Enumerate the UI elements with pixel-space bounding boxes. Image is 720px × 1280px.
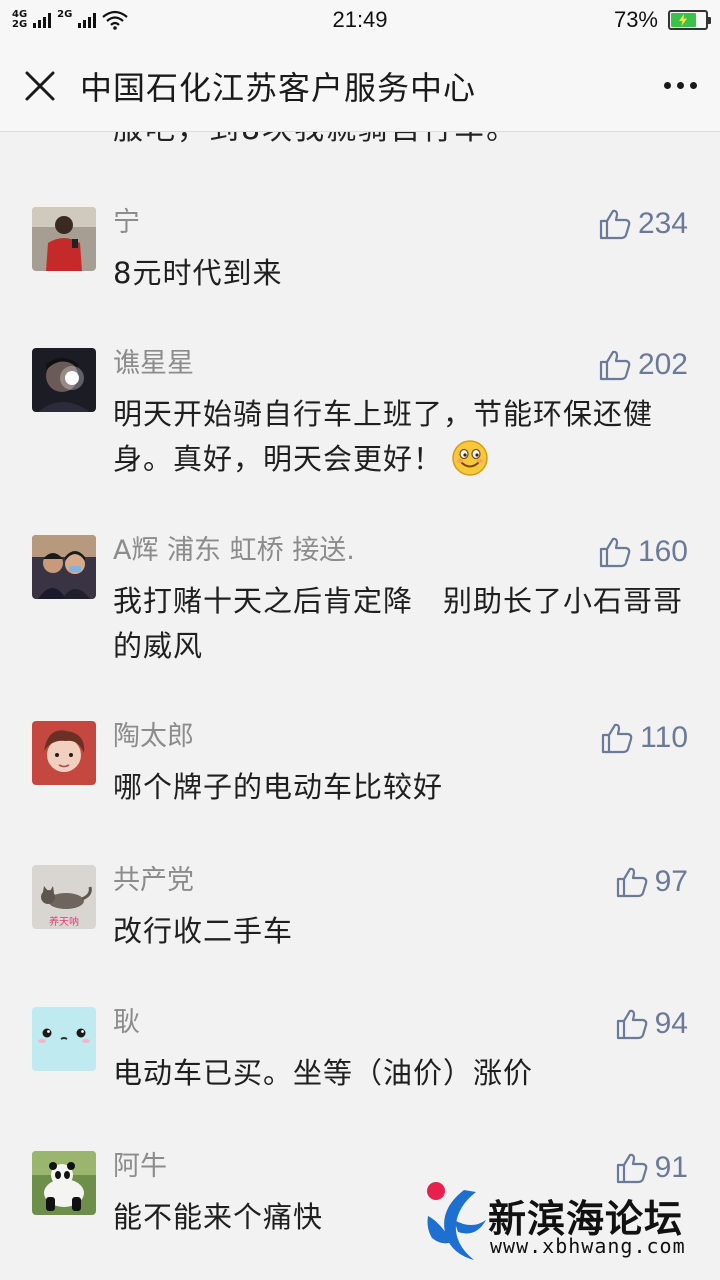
comment-text: 电动车已买。坐等（油价）涨价: [113, 1056, 534, 1090]
like-count: 94: [654, 1007, 688, 1040]
like-button[interactable]: 97: [615, 865, 688, 899]
like-button[interactable]: 234: [598, 207, 688, 241]
nickname[interactable]: 陶太郎: [113, 721, 194, 753]
page-title: 中国石化江苏客户服务中心: [80, 68, 477, 107]
thumbs-up-icon: [599, 537, 631, 568]
battery-percent: 73%: [613, 7, 658, 32]
status-bar: 4G 2G 2G 21:49 73%: [0, 0, 720, 40]
avatar-cute-face-icon: [32, 1007, 96, 1071]
thumbs-up-icon: [616, 1009, 647, 1040]
status-right: 73%: [613, 7, 711, 33]
avatar[interactable]: [32, 535, 96, 599]
thumbs-up-icon: [602, 723, 633, 754]
charging-bolt-icon: [679, 14, 688, 26]
nickname[interactable]: 共产党: [113, 865, 194, 897]
like-count: 234: [637, 207, 688, 240]
avatar-cat-icon: 养天呐: [32, 865, 96, 929]
battery-fill: [671, 13, 696, 27]
partial-comment-text: 服吧，到8块我就骑自行车。: [113, 132, 518, 148]
like-button[interactable]: 160: [598, 535, 688, 569]
comment-text: 改行收二手车: [113, 914, 294, 948]
avatar-man-flash-icon: [32, 348, 96, 412]
status-left: 4G 2G 2G: [12, 10, 129, 30]
signal-bars-icon: [33, 12, 52, 28]
network-type: 4G 2G: [12, 10, 27, 30]
nickname[interactable]: 耿: [113, 1007, 140, 1039]
like-count: 202: [637, 348, 688, 381]
watermark-url: www.xbhwang.com: [490, 1234, 686, 1258]
nickname[interactable]: 谯星星: [113, 348, 194, 380]
avatar-man-red-shirt-icon: [32, 207, 96, 271]
header-bar: 中国石化江苏客户服务中心: [0, 40, 720, 132]
like-button[interactable]: 202: [598, 348, 688, 382]
nickname[interactable]: 宁: [113, 207, 140, 239]
thumbs-up-icon: [599, 350, 631, 381]
signal-bars-2-icon: [78, 12, 97, 28]
avatar[interactable]: [32, 1151, 96, 1215]
thumbs-up-icon: [616, 867, 647, 898]
like-button[interactable]: 94: [615, 1007, 688, 1041]
comment-text: 明天开始骑自行车上班了，节能环保还健身。真好，明天会更好！: [113, 392, 693, 482]
like-button[interactable]: 110: [600, 721, 688, 755]
comment-text-body: 明天开始骑自行车上班了，节能环保还健身。真好，明天会更好！: [113, 397, 654, 476]
comment-text: 我打赌十天之后肯定降 别助长了小石哥哥的威风: [113, 584, 684, 663]
wifi-icon: [102, 10, 129, 30]
network-type-2: 2G: [57, 10, 72, 30]
like-count: 110: [640, 721, 688, 754]
nickname[interactable]: 阿牛: [113, 1151, 167, 1183]
like-count: 97: [654, 865, 688, 898]
avatar[interactable]: [32, 1007, 96, 1071]
close-button[interactable]: [0, 40, 80, 132]
avatar[interactable]: [32, 348, 96, 412]
nickname[interactable]: A辉 浦东 虹桥 接送.: [113, 535, 355, 567]
comment-text: 8元时代到来: [113, 256, 283, 290]
like-count: 160: [637, 535, 688, 568]
avatar-caption: 养天呐: [49, 915, 79, 928]
avatar-couple-icon: [32, 535, 96, 599]
avatar-panda-icon: [32, 1151, 96, 1215]
avatar-young-man-icon: [32, 721, 96, 785]
forum-logo-icon: [427, 1182, 486, 1260]
avatar[interactable]: [32, 207, 96, 271]
avatar[interactable]: 养天呐: [32, 865, 96, 929]
close-icon: [25, 71, 55, 100]
comment-list[interactable]: 服吧，到8块我就骑自行车。 宁 234 8元时代到来: [0, 132, 720, 1280]
comment-text: 哪个牌子的电动车比较好: [113, 770, 444, 804]
watermark: 新滨海论坛 www.xbhwang.com: [424, 1180, 720, 1270]
avatar[interactable]: [32, 721, 96, 785]
more-button[interactable]: [640, 40, 720, 132]
more-icon: [663, 82, 671, 89]
smiling-emoji-icon: [452, 440, 488, 476]
network-2g-label: 2G: [12, 19, 28, 30]
battery-icon: [668, 10, 711, 30]
thumbs-up-icon: [599, 209, 631, 240]
